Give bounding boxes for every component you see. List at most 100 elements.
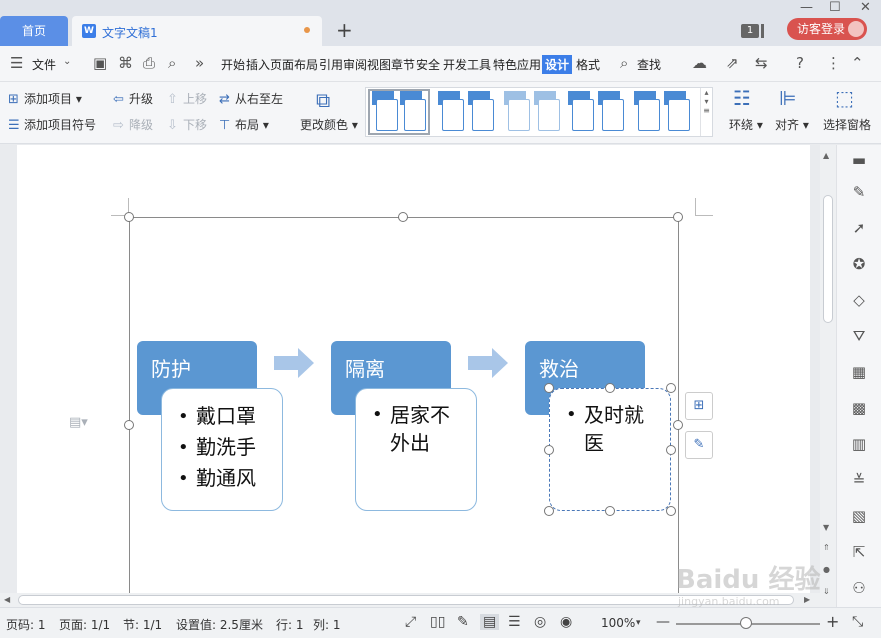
change-color-icon[interactable]: ⧉ — [316, 88, 330, 112]
tab-home[interactable]: 首页 — [0, 16, 68, 46]
style-thumb[interactable] — [372, 91, 398, 133]
cloud-icon[interactable]: ☁ — [692, 54, 707, 72]
prev-page-icon[interactable]: ⇑ — [823, 543, 830, 552]
menu-section[interactable]: 章节 — [391, 56, 415, 73]
resize-handle[interactable] — [673, 212, 683, 222]
minimize-button[interactable]: — — [800, 0, 813, 15]
print-preview-icon[interactable]: ⌕ — [168, 54, 176, 72]
style-thumb[interactable] — [634, 91, 660, 133]
fullscreen-icon[interactable]: ⤢ — [405, 614, 416, 630]
promote-button[interactable]: ⇦ 升级 — [113, 90, 153, 107]
demote-button[interactable]: ⇨ 降级 — [113, 116, 153, 133]
chevron-down-icon[interactable]: ⌄ — [63, 56, 71, 67]
zoom-slider-knob[interactable] — [740, 617, 752, 629]
resize-handle[interactable] — [605, 383, 615, 393]
layout-button[interactable]: ⊤ 布局 ▾ — [219, 116, 269, 133]
status-col[interactable]: 列: 1 — [313, 616, 341, 633]
help-icon[interactable]: ? — [796, 54, 804, 72]
style-thumb[interactable] — [400, 91, 426, 133]
resize-handle[interactable] — [544, 383, 554, 393]
gallery-scroll[interactable]: ▴ ▾ ≡ — [700, 88, 712, 136]
eye-protect-icon[interactable]: ◉ — [560, 614, 572, 630]
menu-security[interactable]: 安全 — [416, 56, 440, 73]
shape-style-brush-icon[interactable]: ✎ — [685, 431, 713, 459]
vertical-scroll-thumb[interactable] — [823, 195, 833, 323]
menu-review[interactable]: 审阅 — [343, 56, 367, 73]
select-pane-button[interactable]: 选择窗格 — [823, 116, 871, 133]
more-tools-icon[interactable]: ⚇ — [850, 579, 868, 597]
zoom-in-icon[interactable]: + — [826, 612, 839, 631]
resize-handle[interactable] — [398, 212, 408, 222]
write-mode-icon[interactable]: ✎ — [457, 614, 469, 630]
fill-icon[interactable]: ⛛ — [850, 327, 868, 345]
add-item-button[interactable]: ⊞ 添加项目 ▾ — [8, 90, 82, 107]
more-icon[interactable]: » — [195, 54, 204, 72]
scroll-down-icon[interactable]: ▼ — [823, 523, 829, 532]
style-thumb[interactable] — [664, 91, 690, 133]
page-view-icon[interactable]: ▤ — [480, 614, 500, 630]
layout-options-icon[interactable]: ⊞ — [685, 392, 713, 420]
tab-document[interactable]: W 文字文稿1 — [72, 16, 322, 46]
status-page-no[interactable]: 页码: 1 — [6, 616, 46, 633]
move-down-button[interactable]: ⇩ 下移 — [167, 116, 207, 133]
new-tab-button[interactable]: + — [336, 18, 353, 42]
menu-references[interactable]: 引用 — [319, 56, 343, 73]
maximize-button[interactable]: ☐ — [829, 0, 841, 15]
resize-handle[interactable] — [544, 445, 554, 455]
read-mode-icon[interactable]: ▯▯ — [430, 614, 445, 630]
style-thumb[interactable] — [534, 91, 560, 133]
align-icon[interactable]: ⊫ — [779, 86, 796, 110]
collapse-panel-icon[interactable]: ▬ — [850, 151, 868, 169]
web-view-icon[interactable]: ◎ — [534, 614, 546, 630]
stage-body[interactable]: 戴口罩 勤洗手 勤通风 — [161, 388, 283, 511]
scroll-left-icon[interactable]: ◀ — [4, 595, 10, 604]
style-thumb[interactable] — [468, 91, 494, 133]
add-bullet-button[interactable]: ☰ 添加项目符号 — [8, 116, 96, 133]
format-painter-icon[interactable]: ⌘ — [118, 54, 133, 72]
change-color-button[interactable]: 更改颜色 ▾ — [300, 116, 358, 133]
window-count-badge[interactable]: 1 — [741, 24, 759, 38]
style-thumb[interactable] — [568, 91, 594, 133]
menu-insert[interactable]: 插入 — [246, 56, 270, 73]
search-icon[interactable]: ⌕ — [620, 54, 628, 72]
grid-icon[interactable]: ▩ — [850, 399, 868, 417]
resize-handle[interactable] — [666, 506, 676, 516]
resize-handle[interactable] — [673, 420, 683, 430]
status-section[interactable]: 节: 1/1 — [123, 616, 162, 633]
vertical-scrollbar[interactable]: ▲ ▼ ⇑ ● ⇓ — [820, 145, 836, 607]
cursor-icon[interactable]: ➚ — [850, 219, 868, 237]
wrap-button[interactable]: 环绕 ▾ — [729, 116, 763, 133]
menu-design[interactable]: 设计 — [542, 55, 573, 74]
status-pages[interactable]: 页面: 1/1 — [59, 616, 110, 633]
select-pane-icon[interactable]: ⬚ — [835, 86, 854, 110]
image-icon[interactable]: ▧ — [850, 507, 868, 525]
stage-body-selected[interactable]: 及时就医 — [549, 388, 671, 511]
style-thumb[interactable] — [438, 91, 464, 133]
menu-view[interactable]: 视图 — [367, 56, 391, 73]
hamburger-icon[interactable]: ☰ — [10, 54, 23, 72]
style-thumb[interactable] — [504, 91, 530, 133]
status-setting[interactable]: 设置值: 2.5厘米 — [176, 616, 263, 633]
table-icon[interactable]: ▦ — [850, 363, 868, 381]
resize-handle[interactable] — [666, 445, 676, 455]
fit-icon[interactable]: ⤡ — [852, 614, 863, 630]
share-out-icon[interactable]: ⇱ — [850, 543, 868, 561]
style-thumb[interactable] — [598, 91, 624, 133]
outline-view-icon[interactable]: ☰ — [508, 614, 521, 630]
paragraph-marker-icon[interactable]: ▤▾ — [69, 415, 88, 430]
move-up-button[interactable]: ⇧ 上移 — [167, 90, 207, 107]
shapes-icon[interactable]: ◇ — [850, 291, 868, 309]
guest-login-button[interactable]: 访客登录 — [787, 18, 867, 40]
chart-icon[interactable]: ▥ — [850, 435, 868, 453]
resize-handle[interactable] — [544, 506, 554, 516]
close-button[interactable]: ✕ — [860, 0, 871, 15]
zoom-out-icon[interactable]: — — [656, 614, 670, 630]
print-icon[interactable]: ⎙ — [143, 54, 155, 72]
resize-handle[interactable] — [666, 383, 676, 393]
resize-handle[interactable] — [124, 212, 134, 222]
resize-handle[interactable] — [605, 506, 615, 516]
collapse-ribbon-icon[interactable]: ⌃ — [851, 54, 864, 72]
style-icon[interactable]: ✪ — [850, 255, 868, 273]
menu-search[interactable]: 查找 — [637, 56, 661, 73]
menu-special-apps[interactable]: 特色应用 — [493, 56, 541, 73]
